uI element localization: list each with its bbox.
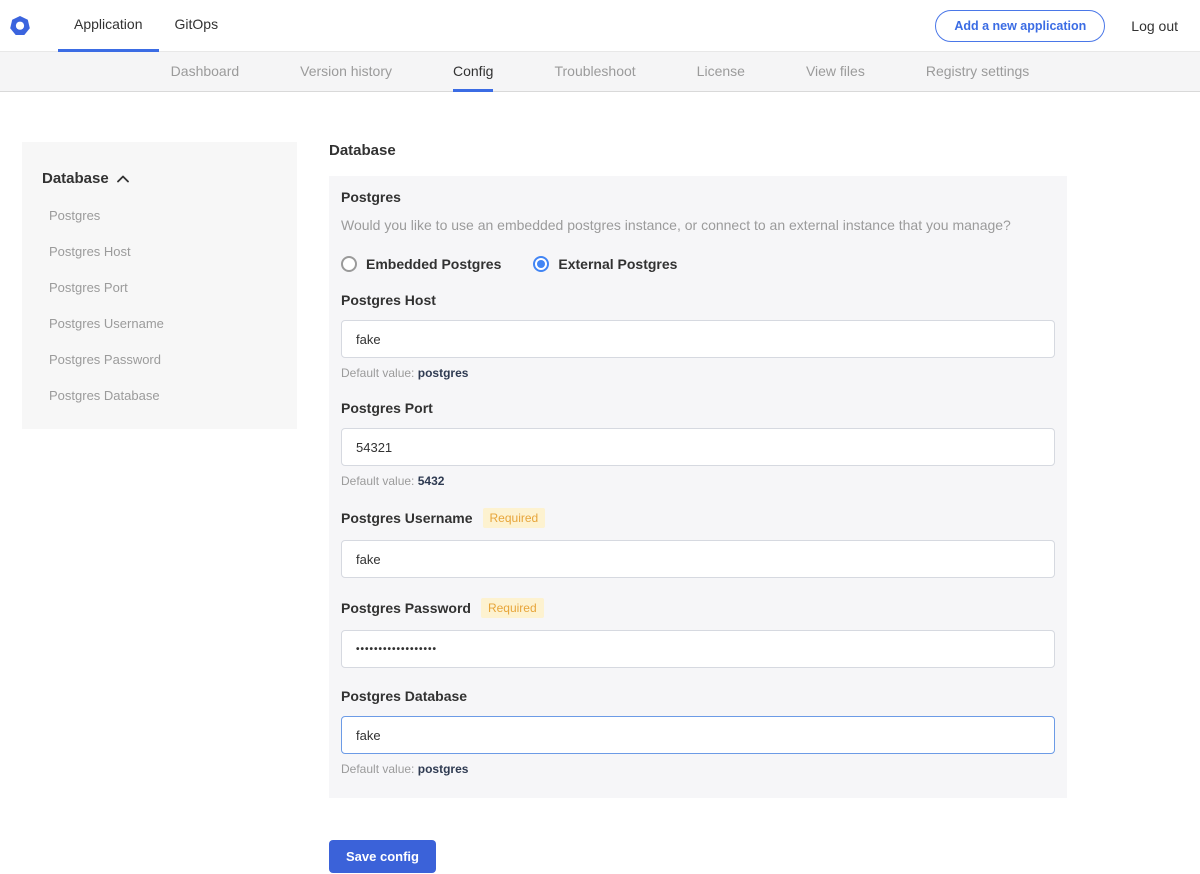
radio-unchecked-icon — [341, 256, 357, 272]
postgres-group-label: Postgres — [341, 189, 1055, 205]
tab-application[interactable]: Application — [58, 0, 159, 52]
top-nav: Application GitOps Add a new application… — [0, 0, 1200, 52]
add-new-application-button[interactable]: Add a new application — [935, 10, 1105, 42]
radio-embedded-postgres[interactable]: Embedded Postgres — [341, 256, 501, 272]
default-value-label: Default value: — [341, 762, 414, 776]
field-label: Postgres Username — [341, 510, 473, 526]
subnav-item-registry-settings[interactable]: Registry settings — [926, 52, 1029, 92]
field-postgres-port: Postgres Port Default value: 5432 — [341, 400, 1055, 488]
sidebar-item-postgres-database[interactable]: Postgres Database — [42, 388, 277, 403]
default-value-label: Default value: — [341, 366, 414, 380]
subnav-item-view-files[interactable]: View files — [806, 52, 865, 92]
tab-gitops[interactable]: GitOps — [159, 0, 235, 52]
radio-label: External Postgres — [558, 256, 677, 272]
default-value: 5432 — [418, 474, 445, 488]
postgres-password-input[interactable] — [341, 630, 1055, 668]
config-main: Database Postgres Would you like to use … — [329, 142, 1067, 873]
field-label: Postgres Port — [341, 400, 433, 416]
postgres-database-input[interactable] — [341, 716, 1055, 754]
sidebar-item-list: Postgres Postgres Host Postgres Port Pos… — [42, 208, 277, 403]
subnav-item-config[interactable]: Config — [453, 52, 493, 92]
config-page: Database Postgres Postgres Host Postgres… — [0, 92, 1200, 873]
required-badge: Required — [483, 508, 546, 528]
sidebar-item-postgres-host[interactable]: Postgres Host — [42, 244, 277, 259]
sidebar-group-label: Database — [42, 170, 109, 187]
subnav-item-version-history[interactable]: Version history — [300, 52, 392, 92]
sidebar-item-postgres-password[interactable]: Postgres Password — [42, 352, 277, 367]
required-badge: Required — [481, 598, 544, 618]
default-value-label: Default value: — [341, 474, 414, 488]
default-value: postgres — [418, 366, 469, 380]
topnav-right: Add a new application Log out — [935, 10, 1200, 42]
default-value: postgres — [418, 762, 469, 776]
app-logo-icon[interactable] — [10, 16, 30, 36]
default-value-row: Default value: 5432 — [341, 474, 1055, 488]
radio-checked-icon — [533, 256, 549, 272]
logout-link[interactable]: Log out — [1131, 18, 1178, 34]
field-label: Postgres Password — [341, 600, 471, 616]
field-postgres-username: Postgres Username Required — [341, 508, 1055, 578]
postgres-mode-radio-group: Embedded Postgres External Postgres — [341, 256, 1055, 272]
field-label: Postgres Database — [341, 688, 467, 704]
postgres-help-text: Would you like to use an embedded postgr… — [341, 217, 1055, 233]
sidebar-item-postgres-username[interactable]: Postgres Username — [42, 316, 277, 331]
subnav-item-license[interactable]: License — [697, 52, 745, 92]
config-sidebar: Database Postgres Postgres Host Postgres… — [22, 142, 297, 429]
database-config-panel: Postgres Would you like to use an embedd… — [329, 176, 1067, 798]
default-value-row: Default value: postgres — [341, 366, 1055, 380]
postgres-port-input[interactable] — [341, 428, 1055, 466]
field-postgres-password: Postgres Password Required — [341, 598, 1055, 668]
app-sub-nav: Dashboard Version history Config Trouble… — [0, 52, 1200, 92]
postgres-host-input[interactable] — [341, 320, 1055, 358]
postgres-username-input[interactable] — [341, 540, 1055, 578]
field-postgres-database: Postgres Database Default value: postgre… — [341, 688, 1055, 776]
radio-label: Embedded Postgres — [366, 256, 501, 272]
subnav-item-troubleshoot[interactable]: Troubleshoot — [554, 52, 635, 92]
field-postgres-host: Postgres Host Default value: postgres — [341, 292, 1055, 380]
radio-external-postgres[interactable]: External Postgres — [533, 256, 677, 272]
default-value-row: Default value: postgres — [341, 762, 1055, 776]
save-config-button[interactable]: Save config — [329, 840, 436, 873]
field-label: Postgres Host — [341, 292, 436, 308]
sidebar-group-database[interactable]: Database — [42, 170, 277, 187]
subnav-item-dashboard[interactable]: Dashboard — [171, 52, 240, 92]
top-tabs: Application GitOps — [58, 0, 234, 52]
chevron-up-icon — [117, 170, 129, 187]
section-title: Database — [329, 142, 1067, 159]
sidebar-item-postgres-port[interactable]: Postgres Port — [42, 280, 277, 295]
sidebar-item-postgres[interactable]: Postgres — [42, 208, 277, 223]
